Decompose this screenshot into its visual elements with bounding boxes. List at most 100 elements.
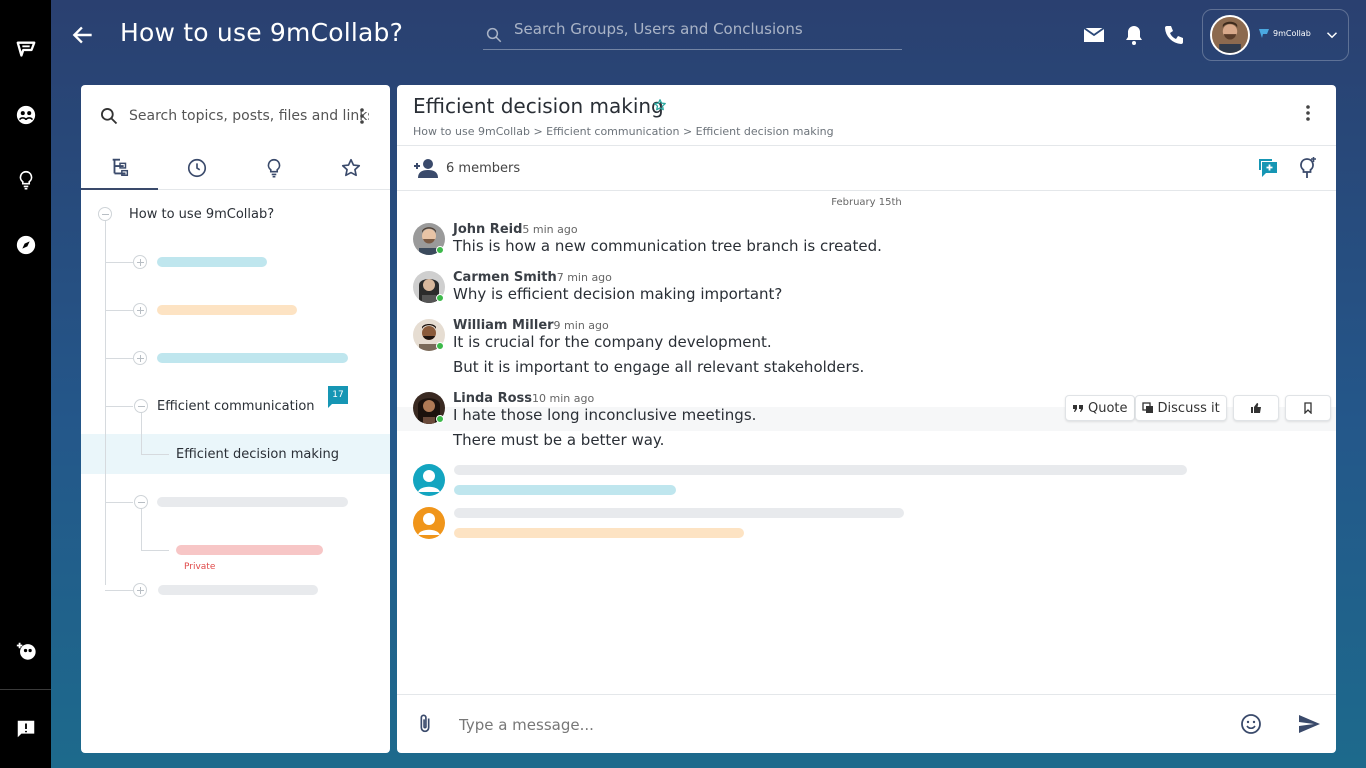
online-indicator <box>436 415 444 423</box>
message-text: I hate those long inconclusive meetings. <box>453 406 757 424</box>
global-search-input[interactable] <box>514 18 894 40</box>
tree-guide <box>141 550 169 551</box>
tree-item-branch[interactable]: Efficient communication <box>157 399 315 414</box>
members-bar: 6 members <box>397 145 1336 191</box>
collapse-toggle[interactable] <box>134 495 148 509</box>
send-icon[interactable] <box>1297 712 1321 736</box>
members-count[interactable]: 6 members <box>446 161 520 176</box>
message-text: There must be a better way. <box>453 431 665 449</box>
phone-icon[interactable] <box>1162 23 1186 47</box>
message-text: This is how a new communication tree bra… <box>453 237 882 255</box>
message-placeholder <box>454 528 744 538</box>
message-actions: Quote Discuss it <box>1065 395 1331 421</box>
expand-toggle[interactable] <box>133 303 147 317</box>
message-author[interactable]: Carmen Smith7 min ago <box>453 270 612 285</box>
tree-item-placeholder[interactable] <box>158 585 318 595</box>
like-button[interactable] <box>1232 395 1279 421</box>
brand-name: 9mCollab <box>1273 28 1311 38</box>
message-author[interactable]: William Miller9 min ago <box>453 318 609 333</box>
tab-recent[interactable] <box>158 145 235 190</box>
tree-guide <box>105 207 106 585</box>
chevron-down-icon <box>1326 32 1338 39</box>
back-arrow-icon[interactable] <box>70 22 96 48</box>
tab-favorites[interactable] <box>312 145 389 190</box>
topic-search-input[interactable] <box>129 105 369 127</box>
tree-item-placeholder[interactable] <box>157 305 297 315</box>
mail-icon[interactable] <box>1082 23 1106 47</box>
star-icon[interactable] <box>653 98 667 112</box>
message-text: But it is important to engage all releva… <box>453 358 865 376</box>
message-placeholder <box>454 508 904 518</box>
online-indicator <box>436 246 444 254</box>
author-name[interactable]: Carmen Smith <box>453 270 557 285</box>
expand-toggle[interactable] <box>133 351 147 365</box>
tree-guide <box>105 406 133 407</box>
new-chat-icon[interactable] <box>1256 156 1280 180</box>
avatar[interactable] <box>413 464 445 496</box>
more-options-icon[interactable] <box>356 106 368 126</box>
topic-tabs <box>81 145 390 190</box>
feedback-icon[interactable] <box>13 716 39 742</box>
online-indicator <box>436 342 444 350</box>
account-menu[interactable]: 9mCollab <box>1202 9 1349 61</box>
message-time: 10 min ago <box>532 392 595 405</box>
more-options-icon[interactable] <box>1302 103 1314 123</box>
message-author[interactable]: Linda Ross10 min ago <box>453 391 594 406</box>
bulb-pin-icon[interactable] <box>1295 156 1319 180</box>
message-input[interactable] <box>459 713 1219 737</box>
bell-icon[interactable] <box>1122 23 1146 47</box>
message-time: 7 min ago <box>556 271 612 284</box>
message-author[interactable]: John Reid5 min ago <box>453 222 578 237</box>
idea-icon[interactable] <box>13 167 39 193</box>
online-indicator <box>436 294 444 302</box>
rail-divider <box>0 689 51 690</box>
message-placeholder <box>454 465 1187 475</box>
tree-item-placeholder[interactable] <box>157 353 348 363</box>
breadcrumb[interactable]: How to use 9mCollab > Efficient communic… <box>413 125 834 138</box>
author-name[interactable]: William Miller <box>453 318 554 333</box>
collapse-toggle[interactable] <box>98 207 112 221</box>
quote-icon <box>1073 405 1083 412</box>
tree-guide <box>105 358 133 359</box>
tree-item-placeholder[interactable] <box>157 257 267 267</box>
app-rail <box>0 0 51 768</box>
bulb-icon <box>267 158 280 178</box>
add-group-icon[interactable] <box>13 638 39 664</box>
message-time: 5 min ago <box>522 223 578 236</box>
search-icon <box>486 27 502 43</box>
group-icon[interactable] <box>13 102 39 128</box>
tab-ideas[interactable] <box>235 145 312 190</box>
add-member-icon[interactable] <box>413 157 439 179</box>
expand-toggle[interactable] <box>133 255 147 269</box>
search-icon <box>101 108 118 125</box>
quote-button[interactable]: Quote <box>1065 395 1135 421</box>
compass-icon[interactable] <box>13 232 39 258</box>
tree-item-placeholder[interactable] <box>176 545 323 555</box>
logo-icon <box>1259 29 1269 38</box>
tree-item-selected[interactable]: Efficient decision making <box>176 447 339 462</box>
author-name[interactable]: John Reid <box>453 222 522 237</box>
date-separator: February 15th <box>831 197 902 208</box>
author-name[interactable]: Linda Ross <box>453 391 532 406</box>
tree-guide <box>141 407 142 455</box>
collapse-toggle[interactable] <box>134 399 148 413</box>
expand-toggle[interactable] <box>133 583 147 597</box>
attach-icon[interactable] <box>414 713 436 735</box>
tab-tree[interactable] <box>81 145 158 190</box>
quote-label: Quote <box>1088 400 1128 416</box>
bookmark-button[interactable] <box>1284 395 1331 421</box>
thumbs-up-icon <box>1250 403 1261 413</box>
discuss-icon <box>1141 402 1153 413</box>
tree-guide <box>141 454 169 455</box>
tree-root[interactable]: How to use 9mCollab? <box>129 207 274 222</box>
message-time: 9 min ago <box>553 319 609 332</box>
global-search[interactable] <box>483 12 902 50</box>
discuss-button[interactable]: Discuss it <box>1134 395 1227 421</box>
logo-icon[interactable] <box>13 37 39 63</box>
avatar[interactable] <box>413 507 445 539</box>
emoji-icon[interactable] <box>1239 712 1263 736</box>
message-composer <box>397 694 1336 753</box>
tree-guide <box>105 502 133 503</box>
tree-item-placeholder[interactable] <box>157 497 348 507</box>
conversation-panel: Efficient decision making How to use 9mC… <box>397 85 1336 753</box>
